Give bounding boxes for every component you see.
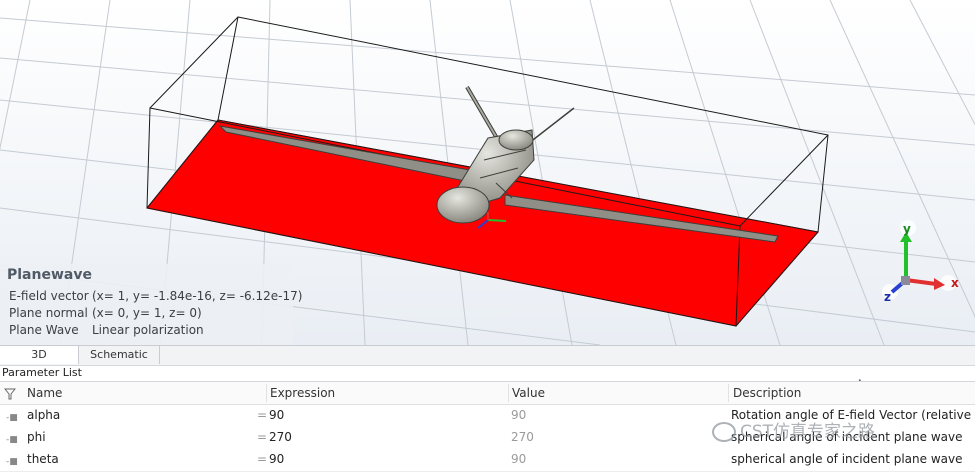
info-label: Plane normal (9, 306, 88, 320)
equals-sign: = (257, 452, 268, 466)
column-header-name[interactable]: Name (27, 386, 62, 400)
info-label: Plane Wave (9, 323, 79, 337)
param-value: 90 (511, 408, 527, 422)
column-header-description[interactable]: Description (733, 386, 801, 400)
column-header-value[interactable]: Value (512, 386, 545, 400)
axis-x-label: x (951, 276, 959, 290)
planewave-title: Planewave (7, 267, 92, 283)
tab-3d[interactable]: 3D (0, 346, 79, 364)
wechat-logo-icon (712, 422, 736, 442)
parameter-icon: -■ (6, 435, 18, 445)
axis-y-label: y (903, 222, 911, 236)
param-description[interactable]: spherical angle of incident plane wave (731, 452, 975, 466)
param-value: 90 (511, 452, 527, 466)
param-name: theta (27, 452, 59, 466)
info-row-e-field: E-field vector (x= 1, y= -1.84e-16, z= -6… (9, 289, 302, 303)
equals-sign: = (257, 408, 268, 422)
parameter-list-title: Parameter List (2, 366, 82, 379)
param-expression[interactable]: 270 (269, 430, 292, 444)
3d-viewport[interactable]: y x z Planewave E-field vector (x= 1, y= … (0, 0, 975, 345)
parameter-icon: -■ (6, 413, 18, 423)
watermark: CST仿真专家之路 (712, 417, 875, 442)
info-row-plane-wave: Plane Wave Linear polarization (9, 323, 204, 337)
equals-sign: = (257, 430, 268, 444)
tab-schematic[interactable]: Schematic (79, 346, 160, 364)
param-name: alpha (27, 408, 61, 422)
axis-z-label: z (884, 290, 891, 304)
info-value: Linear polarization (92, 323, 204, 337)
table-row[interactable]: -■ theta = 90 90 spherical angle of inci… (0, 449, 975, 472)
planewave-info-overlay: Planewave E-field vector (x= 1, y= -1.84e… (0, 264, 302, 345)
watermark-text: CST仿真专家之路 (740, 422, 876, 442)
param-expression[interactable]: 90 (269, 452, 284, 466)
info-value: (x= 1, y= -1.84e-16, z= -6.12e-17) (92, 289, 303, 303)
param-value: 270 (511, 430, 534, 444)
parameter-icon: -■ (6, 457, 18, 467)
info-value: (x= 0, y= 1, z= 0) (92, 306, 202, 320)
column-header-expression[interactable]: Expression (270, 386, 335, 400)
table-header: Name Expression Value Description (0, 382, 975, 405)
info-row-plane-normal: Plane normal (x= 0, y= 1, z= 0) (9, 306, 202, 320)
param-name: phi (27, 430, 46, 444)
info-label: E-field vector (9, 289, 89, 303)
filter-icon[interactable] (3, 385, 17, 404)
param-expression[interactable]: 90 (269, 408, 284, 422)
view-tabs: 3D Schematic (0, 345, 975, 366)
